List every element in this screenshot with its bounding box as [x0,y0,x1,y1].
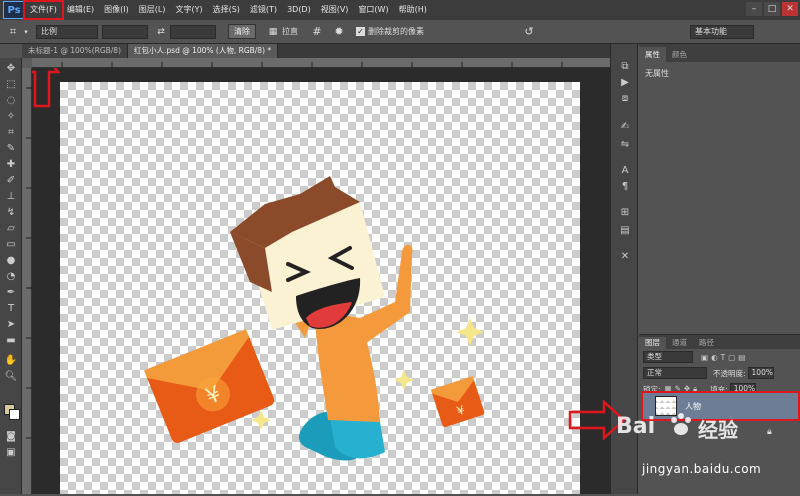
menu-edit[interactable]: 编辑(E) [62,2,99,18]
properties-panel: 属性 颜色 无属性 [639,44,800,334]
menu-view[interactable]: 视图(V) [316,2,354,18]
document-canvas[interactable]: ¥ ¥ [60,82,580,494]
menu-3d[interactable]: 3D(D) [282,2,316,18]
menu-type[interactable]: 文字(Y) [170,2,207,18]
options-bar: ⌗ ▾ 比例 ⇄ 清除 ▦ 拉直 # ✹ ✓ 删除裁剪的像素 ↺ 基本功能 [0,20,800,44]
ruler-horizontal [32,58,610,68]
paw-icon [668,412,694,438]
layer-filter-select[interactable]: 类型 [643,351,693,363]
watermark-brand: Bai [616,414,656,439]
menu-bar: Ps 文件(F) 编辑(E) 图像(I) 图层(L) 文字(Y) 选择(S) 滤… [0,0,800,20]
menu-help[interactable]: 帮助(H) [394,2,432,18]
reset-icon[interactable]: ↺ [520,23,538,41]
ruler-vertical [22,68,32,494]
tab-red-envelope-man[interactable]: 红包小人.psd @ 100% (人物, RGB/8) * [128,44,279,58]
character-illustration: ¥ ¥ [144,176,485,461]
character-panel-icon[interactable]: A [617,164,633,178]
type-tool-icon[interactable]: T [3,302,19,316]
layer-filter-icons[interactable]: ▣◐T▢▤ [701,353,748,362]
red-arrow-up [32,68,61,108]
ps-logo: Ps [3,1,25,19]
eyedropper-tool-icon[interactable]: ✎ [3,142,19,156]
magic-wand-tool-icon[interactable]: ✧ [3,110,19,124]
move-tool-icon[interactable]: ✥ [3,62,19,76]
red-envelope-right: ¥ [430,376,485,428]
history-brush-icon[interactable]: ↯ [3,206,19,220]
clear-button[interactable]: 清除 [228,24,256,39]
minimize-button[interactable]: – [746,2,762,16]
workspace-select[interactable]: 基本功能 [690,24,754,39]
hand-tool-icon[interactable]: ✋ [3,354,19,368]
dodge-tool-icon[interactable]: ◔ [3,270,19,284]
layer-comps-icon[interactable]: ⧈ [617,92,633,106]
opacity-field[interactable]: 100% [747,367,774,379]
tab-layers[interactable]: 图层 [639,337,666,349]
canvas-area[interactable]: ¥ ¥ [32,68,610,494]
blend-mode-select[interactable]: 正常 [643,367,707,379]
blur-tool-icon[interactable]: ● [3,254,19,268]
red-envelope-left: ¥ [144,329,275,443]
tab-untitled[interactable]: 未标题-1 @ 100%(RGB/8) [22,44,129,58]
background-color-swatch[interactable] [9,409,20,420]
settings-gear-icon[interactable]: ✹ [330,23,348,41]
brush-panel-icon[interactable]: ✍ [617,120,633,134]
maximize-button[interactable]: □ [764,2,780,16]
document-tabs: 未标题-1 @ 100%(RGB/8) 红包小人.psd @ 100% (人物,… [22,44,610,58]
delete-cropped-label: 删除裁剪的像素 [368,27,424,36]
width-field[interactable] [102,24,148,39]
baidu-jingyan-watermark: Bai 经验 jingyan.baidu.com [612,410,800,494]
straighten-icon[interactable]: ▦ [264,23,282,41]
swap-icon[interactable]: ⇄ [152,23,170,41]
menu-window[interactable]: 窗口(W) [353,2,393,18]
zoom-tool-icon[interactable]: 🔍︎ [3,370,19,384]
ruler-corner [22,58,32,68]
pen-tool-icon[interactable]: ✒ [3,286,19,300]
straighten-label[interactable]: 拉直 [282,26,298,37]
brush-tool-icon[interactable]: ✐ [3,174,19,188]
properties-content: 无属性 [645,69,669,78]
tab-channels[interactable]: 通道 [666,337,693,349]
path-select-icon[interactable]: ➤ [3,318,19,332]
opacity-label: 不透明度: [713,368,746,378]
menu-image[interactable]: 图像(I) [99,2,134,18]
crop-tool-icon[interactable]: ⌗ [4,23,22,41]
overlay-grid-icon[interactable]: # [308,23,326,41]
gradient-tool-icon[interactable]: ▭ [3,238,19,252]
close-button[interactable]: ✕ [782,2,798,16]
toolbox: ✥ ⬚ ◌ ✧ ⌗ ✎ ✚ ✐ ⊥ ↯ ▱ ▭ ● ◔ ✒ T ➤ ▬ ✋ 🔍︎… [0,58,22,494]
paragraph-panel-icon[interactable]: ¶ [617,180,633,194]
watermark-url: jingyan.baidu.com [642,462,762,476]
adjustment-icon[interactable]: ⇋ [617,138,633,152]
menu-select[interactable]: 选择(S) [208,2,245,18]
navigator-icon[interactable]: ⊞ [617,206,633,220]
healing-tool-icon[interactable]: ✚ [3,158,19,172]
tool-presets-icon[interactable]: ✕ [617,250,633,264]
lasso-tool-icon[interactable]: ◌ [3,94,19,108]
menu-layer[interactable]: 图层(L) [134,2,171,18]
eraser-tool-icon[interactable]: ▱ [3,222,19,236]
tab-color[interactable]: 颜色 [666,47,693,62]
notes-icon[interactable]: ▤ [617,224,633,238]
ratio-select[interactable]: 比例 [36,24,98,39]
height-field[interactable] [170,24,216,39]
rectangle-tool-icon[interactable]: ▬ [3,334,19,348]
crop-tool-icon[interactable]: ⌗ [3,126,19,140]
menu-filter[interactable]: 滤镜(T) [245,2,282,18]
menu-file[interactable]: 文件(F) [23,0,64,20]
history-panel-icon[interactable]: ⧉ [617,60,633,74]
tool-preset-arrow-icon[interactable]: ▾ [22,23,30,41]
stamp-tool-icon[interactable]: ⊥ [3,190,19,204]
watermark-brand2: 经验 [698,418,738,442]
quick-mask-icon[interactable]: ◙ [3,430,19,444]
tab-paths[interactable]: 路径 [693,337,720,349]
tab-properties[interactable]: 属性 [639,47,666,62]
play-action-icon[interactable]: ▶ [617,76,633,90]
marquee-tool-icon[interactable]: ⬚ [3,78,19,92]
delete-cropped-checkbox[interactable]: ✓ [356,27,365,36]
screen-mode-icon[interactable]: ▣ [3,446,19,460]
